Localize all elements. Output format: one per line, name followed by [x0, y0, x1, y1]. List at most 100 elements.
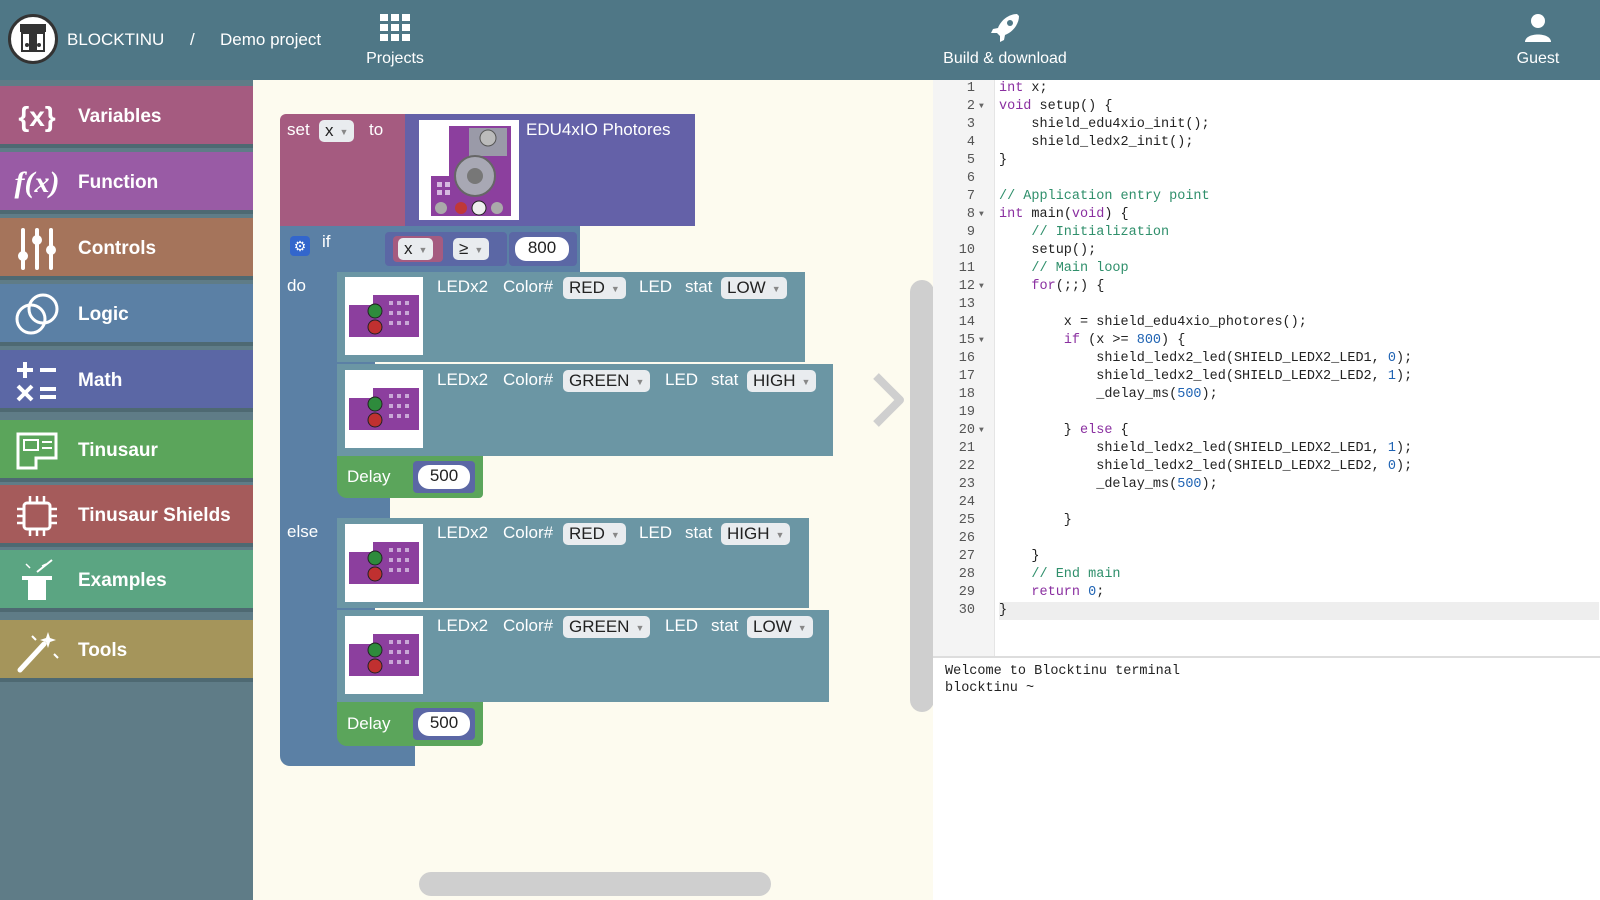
code-line[interactable]: } else { [999, 422, 1129, 440]
do-led2-color-dropdown[interactable]: GREEN ▼ [563, 370, 651, 392]
do-delay-value-field[interactable]: 500 [418, 465, 470, 489]
line-number: 13 [958, 297, 975, 312]
code-line[interactable]: for(;;) { [999, 278, 1104, 296]
else-led2-color-dropdown[interactable]: GREEN ▼ [563, 616, 651, 638]
do-led1-color-value: RED [569, 278, 605, 297]
code-line[interactable]: int main(void) { [999, 206, 1129, 224]
sidebar-item-label: Variables [78, 106, 162, 127]
terminal-panel[interactable]: Welcome to Blocktinu terminal blocktinu … [933, 656, 1600, 900]
code-line[interactable]: // End main [999, 566, 1120, 584]
blocktinu-logo-icon[interactable] [8, 14, 58, 64]
line-number: 12 [958, 279, 975, 294]
line-number: 9 [966, 225, 975, 240]
condition-variable-dropdown[interactable]: x ▼ [398, 238, 434, 260]
line-number: 25 [958, 513, 975, 528]
projects-button[interactable]: Projects [360, 10, 430, 68]
terminal-welcome-line: Welcome to Blocktinu terminal [945, 664, 1180, 679]
line-number: 11 [958, 261, 975, 276]
line-number: 3 [966, 117, 975, 132]
chip-icon [12, 493, 62, 539]
build-download-button[interactable]: Build & download [930, 10, 1080, 68]
else-led2-color-value: GREEN [569, 617, 630, 636]
code-line[interactable]: shield_ledx2_init(); [999, 134, 1193, 152]
sidebar-item-controls[interactable]: Controls [0, 218, 253, 280]
line-number: 27 [958, 549, 975, 564]
color-label: Color# [503, 277, 554, 296]
sidebar-item-logic[interactable]: Logic [0, 284, 253, 346]
line-number: 23 [958, 477, 975, 492]
operator-dropdown[interactable]: ≥ ▼ [453, 238, 490, 260]
brand-name[interactable]: BLOCKTINU [67, 30, 164, 50]
code-line[interactable]: // Main loop [999, 260, 1128, 278]
if-label: if [322, 232, 331, 251]
sidebar-item-tinusaur-shields[interactable]: Tinusaur Shields [0, 485, 253, 547]
do-led1-color-dropdown[interactable]: RED ▼ [563, 277, 626, 299]
color-label: Color# [503, 523, 554, 542]
code-line[interactable]: setup(); [999, 242, 1096, 260]
ledx2-image-icon [345, 277, 423, 355]
sidebar-item-tinusaur[interactable]: Tinusaur [0, 420, 253, 482]
sidebar-item-math[interactable]: Math [0, 350, 253, 412]
code-line[interactable]: x = shield_edu4xio_photores(); [999, 314, 1307, 332]
ledx2-image-icon [345, 524, 423, 602]
else-led1-color-dropdown[interactable]: RED ▼ [563, 523, 626, 545]
sidebar-item-variables[interactable]: {x} Variables [0, 86, 253, 148]
ledx2-label: LEDx2 [437, 277, 489, 296]
gear-icon[interactable]: ⚙ [290, 236, 310, 256]
do-led1-stat-dropdown[interactable]: LOW ▼ [721, 277, 787, 299]
condition-value-field[interactable]: 800 [515, 237, 569, 261]
sidebar-item-function[interactable]: f(x) Function [0, 152, 253, 214]
sidebar-item-tools[interactable]: Tools [0, 620, 253, 682]
sidebar-item-label: Tinusaur [78, 440, 158, 461]
code-line[interactable]: void setup() { [999, 98, 1112, 116]
set-variable-value: x [325, 121, 334, 140]
code-line[interactable]: shield_edu4xio_init(); [999, 116, 1209, 134]
code-line[interactable]: shield_ledx2_led(SHIELD_LEDX2_LED2, 0); [999, 458, 1412, 476]
stat-label: stat [711, 370, 739, 389]
code-line[interactable]: if (x >= 800) { [999, 332, 1186, 350]
workspace-horizontal-scrollbar[interactable] [419, 872, 771, 896]
code-line[interactable]: shield_ledx2_led(SHIELD_LEDX2_LED1, 0); [999, 350, 1412, 368]
line-number: 2 [966, 99, 975, 114]
do-led2-stat-dropdown[interactable]: HIGH ▼ [747, 370, 817, 392]
sidebar-item-label: Examples [78, 570, 167, 591]
code-line[interactable]: } [999, 512, 1072, 530]
line-number: 4 [966, 135, 975, 150]
code-line[interactable]: } [999, 548, 1039, 566]
fold-toggle-icon[interactable]: ▼ [979, 206, 984, 224]
to-label: to [369, 120, 384, 139]
code-line[interactable]: return 0; [999, 584, 1104, 602]
code-line[interactable]: shield_ledx2_led(SHIELD_LEDX2_LED2, 1); [999, 368, 1412, 386]
workspace-vertical-scrollbar[interactable] [910, 280, 934, 712]
else-delay-value-field[interactable]: 500 [418, 712, 470, 736]
fold-toggle-icon[interactable]: ▼ [979, 332, 984, 350]
code-line[interactable]: _delay_ms(500); [999, 476, 1218, 494]
code-editor[interactable]: 1 int x; 2 ▼ void setup() {3 shield_edu4xio_… [933, 80, 1600, 656]
code-line[interactable]: int x; [999, 80, 1048, 98]
chevron-right-icon[interactable] [868, 370, 908, 430]
sidebar-item-examples[interactable]: Examples [0, 550, 253, 612]
code-line[interactable]: // Initialization [999, 224, 1169, 242]
code-line[interactable]: } [999, 602, 1599, 620]
fold-toggle-icon[interactable]: ▼ [979, 98, 984, 116]
fold-toggle-icon[interactable]: ▼ [979, 422, 984, 440]
else-led2-stat-value: LOW [753, 617, 792, 636]
else-led1-stat-dropdown[interactable]: HIGH ▼ [721, 523, 791, 545]
breadcrumb-project[interactable]: Demo project [220, 30, 321, 50]
operator-value: ≥ [459, 239, 469, 258]
code-line[interactable]: } [999, 152, 1007, 170]
guest-button[interactable]: Guest [1508, 10, 1568, 68]
fold-toggle-icon[interactable]: ▼ [979, 278, 984, 296]
sliders-icon [12, 226, 62, 272]
ledx2-label: LEDx2 [437, 616, 489, 635]
code-line[interactable]: shield_ledx2_led(SHIELD_LEDX2_LED1, 1); [999, 440, 1412, 458]
user-icon [1525, 14, 1551, 42]
code-line[interactable]: _delay_ms(500); [999, 386, 1218, 404]
code-line[interactable]: // Application entry point [999, 188, 1210, 206]
else-led2-stat-dropdown[interactable]: LOW ▼ [747, 616, 813, 638]
line-number: 15 [958, 333, 975, 348]
blocks-workspace[interactable]: set x ▼ to EDU4xIO Photores ⚙ if x ▼ ≥ ▼ 80… [253, 80, 934, 900]
line-number: 24 [958, 495, 975, 510]
set-variable-dropdown[interactable]: x ▼ [319, 120, 355, 142]
else-gap [375, 496, 390, 518]
